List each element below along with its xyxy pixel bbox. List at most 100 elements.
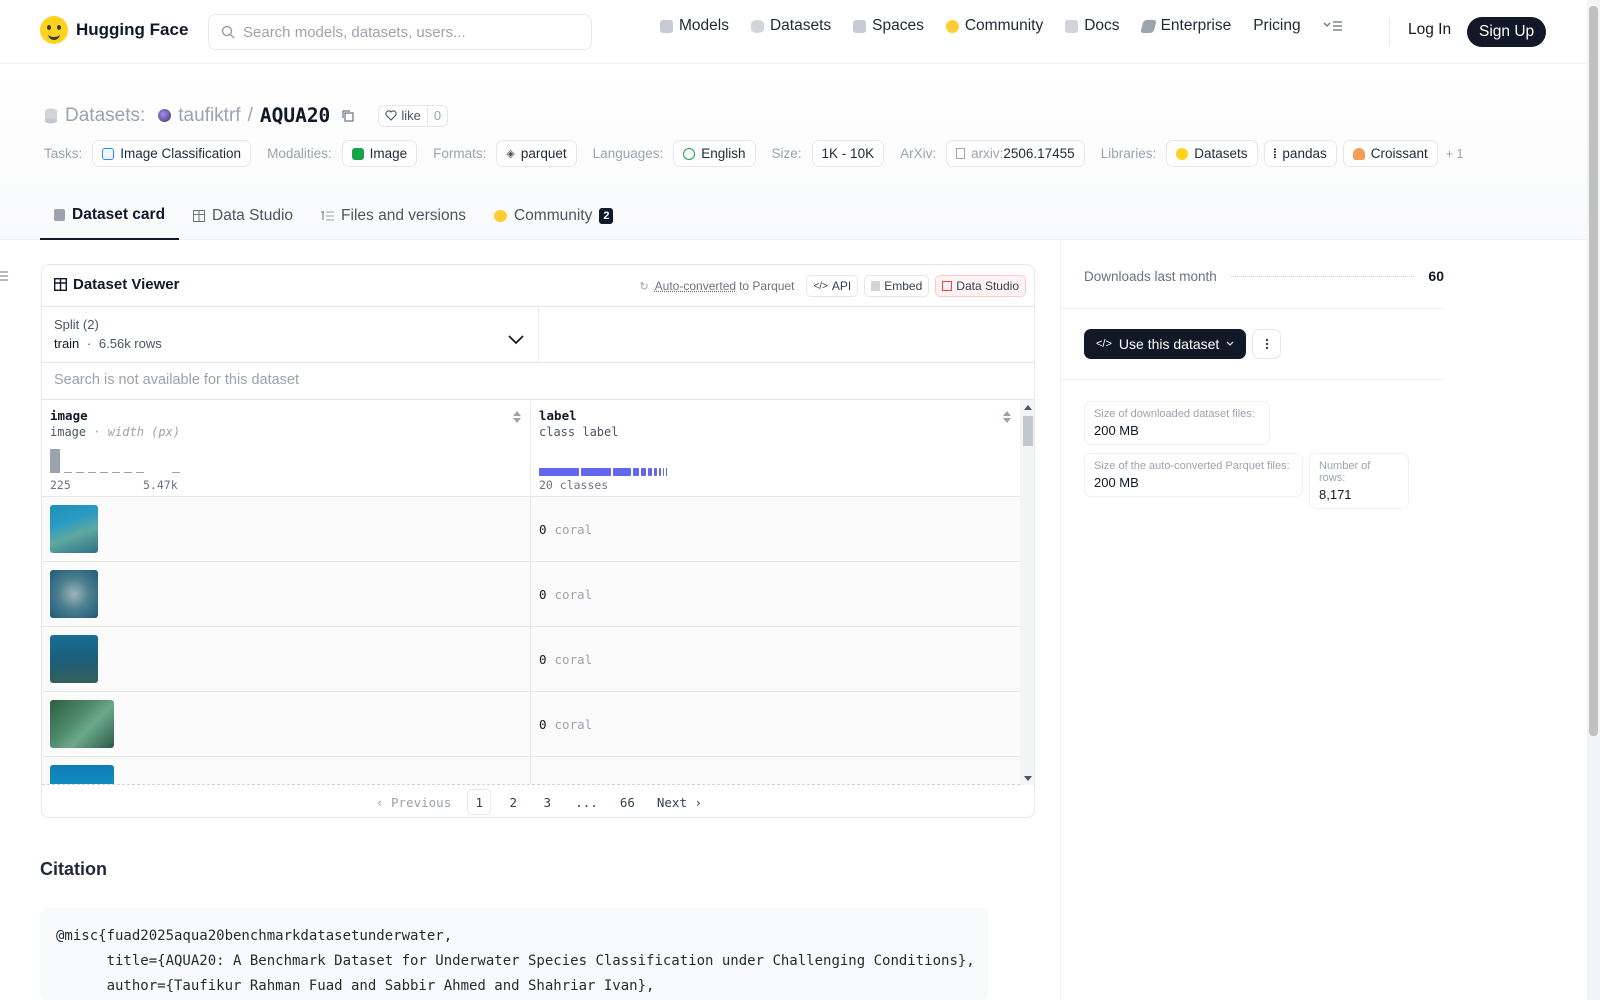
table-row[interactable] (42, 757, 1020, 784)
library-chip-croissant[interactable]: Croissant (1342, 140, 1438, 167)
image-cell (42, 497, 531, 562)
coral-thumbnail[interactable] (50, 570, 98, 618)
login-link[interactable]: Log In (1408, 21, 1451, 39)
class-segment[interactable] (641, 468, 646, 476)
scroll-down-icon[interactable] (1020, 773, 1035, 783)
coral-thumbnail[interactable] (50, 765, 114, 784)
class-segment[interactable] (666, 468, 667, 476)
column-label-dtype: class label (539, 425, 619, 439)
nav-models[interactable]: Models (660, 17, 729, 35)
tab-files-and-versions[interactable]: Files and versions (307, 192, 480, 240)
class-segment[interactable] (633, 468, 639, 476)
breadcrumb: Datasets: taufiktrf / AQUA20 like 0 (44, 104, 449, 127)
label-name: coral (554, 522, 593, 537)
sort-icon[interactable] (512, 410, 522, 424)
nav-pricing[interactable]: Pricing (1253, 17, 1300, 35)
class-segment[interactable] (648, 468, 652, 476)
use-this-dataset-button[interactable]: </> Use this dataset (1084, 329, 1247, 359)
brand-logo[interactable]: Hugging Face (40, 16, 188, 44)
like-button[interactable]: like 0 (378, 104, 449, 127)
table-row[interactable]: 0 coral (42, 692, 1020, 757)
page-3[interactable]: 3 (535, 789, 559, 815)
sort-icon[interactable] (1002, 410, 1012, 424)
viewer-title-text: Dataset Viewer (73, 276, 180, 293)
table-row[interactable]: 0 coral (42, 562, 1020, 627)
arxiv-chip[interactable]: arxiv: 2506.17455 (946, 140, 1085, 167)
coral-thumbnail[interactable] (50, 505, 98, 553)
nav-spaces[interactable]: Spaces (853, 17, 924, 35)
width-histogram[interactable] (50, 449, 210, 475)
pandas-icon: ⦙ (1273, 145, 1277, 161)
page-66[interactable]: 66 (614, 789, 641, 815)
task-chip[interactable]: Image Classification (92, 140, 252, 167)
copy-icon[interactable] (341, 109, 355, 123)
breadcrumb-section[interactable]: Datasets: (65, 105, 145, 127)
histogram-bar[interactable] (136, 472, 144, 473)
size-chip[interactable]: 1K - 10K (811, 140, 885, 167)
class-distribution-bar[interactable] (539, 468, 667, 476)
histogram-bar[interactable] (88, 472, 96, 473)
signup-button[interactable]: Sign Up (1467, 17, 1547, 47)
next-page[interactable]: Next › (651, 789, 708, 815)
histogram-bar[interactable] (100, 472, 108, 473)
coral-thumbnail[interactable] (50, 700, 114, 748)
table-scroll-thumb[interactable] (1023, 416, 1033, 446)
histogram-bar[interactable] (172, 472, 180, 473)
downloads-dots (1230, 275, 1415, 277)
class-segment[interactable] (539, 468, 579, 476)
tab-community[interactable]: Community 2 (480, 192, 628, 240)
table-scrollbar[interactable] (1020, 400, 1035, 785)
nav-docs[interactable]: Docs (1065, 17, 1120, 35)
label-cell: 0 coral (531, 627, 1020, 692)
more-libraries[interactable]: + 1 (1446, 147, 1464, 161)
table-row[interactable]: 0 coral (42, 497, 1020, 562)
breadcrumb-owner[interactable]: taufiktrf (178, 105, 240, 127)
nav-models-label: Models (679, 17, 729, 34)
page-2[interactable]: 2 (501, 789, 525, 815)
label-id: 0 (539, 717, 547, 732)
class-segment[interactable] (613, 468, 631, 476)
page-scroll-thumb[interactable] (1589, 6, 1598, 736)
histogram-bar[interactable] (64, 472, 72, 473)
library-chip-pandas[interactable]: ⦙ pandas (1263, 140, 1337, 167)
column-image-extra: · width (px) (93, 425, 181, 439)
nav-enterprise[interactable]: Enterprise (1139, 17, 1231, 35)
language-chip[interactable]: English (673, 140, 756, 167)
modality-chip[interactable]: Image (341, 140, 418, 167)
search-input[interactable] (243, 23, 573, 41)
hf-datasets-icon (1176, 147, 1189, 160)
more-options-button[interactable] (1252, 329, 1281, 359)
embed-button[interactable]: Embed (864, 275, 930, 297)
previous-page[interactable]: ‹ Previous (370, 789, 457, 815)
auto-converted-link[interactable]: Auto-converted (655, 279, 736, 293)
top-navigation: Hugging Face Models Datasets Spaces Comm… (0, 0, 1587, 64)
tab-data-studio[interactable]: Data Studio (179, 192, 307, 240)
nav-datasets[interactable]: Datasets (750, 17, 831, 35)
data-studio-button[interactable]: Data Studio (935, 275, 1026, 297)
global-search[interactable] (208, 14, 592, 50)
histogram-bar[interactable] (76, 472, 84, 473)
dataset-card-icon (54, 209, 65, 221)
page-1[interactable]: 1 (467, 789, 492, 815)
nav-community[interactable]: Community (945, 17, 1043, 35)
nav-more-menu[interactable] (1323, 19, 1343, 33)
histogram-bar[interactable] (50, 449, 60, 473)
tab-dataset-card[interactable]: Dataset card (40, 192, 180, 240)
format-chip[interactable]: ◈ parquet (496, 140, 577, 167)
histogram-bar[interactable] (112, 472, 120, 473)
split-selector[interactable]: Split (2) train · 6.56k rows (42, 307, 539, 363)
stat-value: 8,171 (1319, 487, 1352, 502)
paper-icon (956, 148, 966, 159)
histogram-bar[interactable] (124, 472, 132, 473)
scroll-up-icon[interactable] (1020, 402, 1035, 412)
class-segment[interactable] (654, 468, 657, 476)
class-segment[interactable] (581, 468, 611, 476)
class-segment[interactable] (659, 468, 661, 476)
page-scrollbar[interactable] (1587, 0, 1600, 1000)
library-chip-datasets[interactable]: Datasets (1166, 140, 1258, 167)
sidebar-toggle-icon[interactable] (0, 270, 10, 282)
coral-thumbnail[interactable] (50, 635, 98, 683)
api-button[interactable]: </> API (806, 275, 859, 297)
table-row[interactable]: 0 coral (42, 627, 1020, 692)
class-segment[interactable] (663, 468, 664, 476)
